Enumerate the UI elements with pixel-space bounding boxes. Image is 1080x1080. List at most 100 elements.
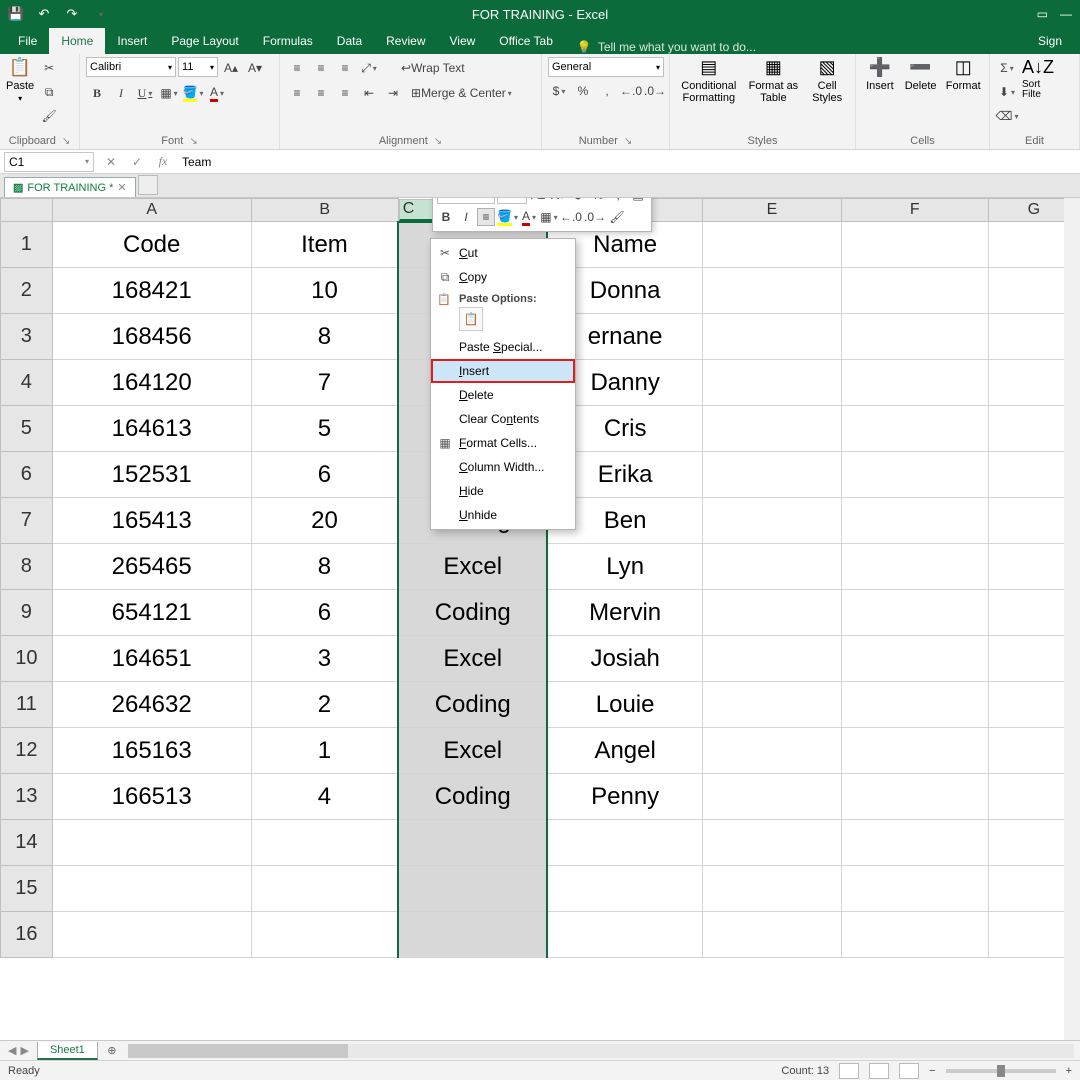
cell-B16[interactable] <box>251 912 398 958</box>
cell-F4[interactable] <box>841 360 988 406</box>
copy-button[interactable]: ⧉ <box>38 81 60 103</box>
mini-size-select[interactable]: 11▾ <box>497 198 527 204</box>
cell-F12[interactable] <box>841 728 988 774</box>
cell-C8[interactable]: Excel <box>398 544 547 590</box>
cell-C10[interactable]: Excel <box>398 636 547 682</box>
fill-button[interactable]: ⬇ <box>996 81 1018 103</box>
row-header-16[interactable]: 16 <box>1 912 53 958</box>
cell-B15[interactable] <box>251 866 398 912</box>
format-painter-button[interactable]: 🖌 <box>38 105 60 127</box>
tab-formulas[interactable]: Formulas <box>251 28 325 54</box>
tab-home[interactable]: Home <box>49 28 105 54</box>
font-name-select[interactable]: Calibri▾ <box>86 57 176 77</box>
underline-button[interactable]: U <box>134 82 156 104</box>
cells-delete-button[interactable]: ➖Delete <box>902 57 940 92</box>
zoom-out-button[interactable]: − <box>929 1065 935 1077</box>
enter-formula-button[interactable]: ✓ <box>124 155 150 169</box>
cell-E6[interactable] <box>703 452 842 498</box>
cells-insert-button[interactable]: ➕Insert <box>862 57 898 92</box>
ctx-column-width[interactable]: Column Width... <box>431 455 575 479</box>
decrease-indent-button[interactable]: ⇤ <box>358 82 380 104</box>
cell-E11[interactable] <box>703 682 842 728</box>
mini-format-painter[interactable]: 🖌 <box>608 208 626 226</box>
cell-D12[interactable]: Angel <box>547 728 702 774</box>
cell-E5[interactable] <box>703 406 842 452</box>
cell-F2[interactable] <box>841 268 988 314</box>
row-header-1[interactable]: 1 <box>1 222 53 268</box>
mini-italic[interactable]: I <box>457 208 475 226</box>
sort-filter-button[interactable]: A↓ZSort Filte <box>1022 57 1054 100</box>
cell-D16[interactable] <box>547 912 702 958</box>
comma-button[interactable]: , <box>596 80 618 102</box>
decrease-decimal-button[interactable]: .0→ <box>644 80 666 102</box>
cell-A10[interactable]: 164651 <box>52 636 251 682</box>
row-header-8[interactable]: 8 <box>1 544 53 590</box>
conditional-formatting-button[interactable]: ▤Conditional Formatting <box>676 57 742 104</box>
row-header-12[interactable]: 12 <box>1 728 53 774</box>
cell-C16[interactable] <box>398 912 547 958</box>
cell-D11[interactable]: Louie <box>547 682 702 728</box>
row-header-15[interactable]: 15 <box>1 866 53 912</box>
cell-B4[interactable]: 7 <box>251 360 398 406</box>
cell-F16[interactable] <box>841 912 988 958</box>
cells-format-button[interactable]: ◫Format <box>943 57 983 92</box>
name-box[interactable]: C1▾ <box>4 152 94 172</box>
mini-decrease-font[interactable]: A▾ <box>549 198 567 204</box>
redo-button[interactable]: ↷ <box>60 2 84 26</box>
sign-in-link[interactable]: Sign <box>1026 28 1074 54</box>
align-right-button[interactable]: ≡ <box>334 82 356 104</box>
vertical-scrollbar[interactable] <box>1064 198 1080 1040</box>
mini-font-color[interactable]: A <box>520 208 538 226</box>
clipboard-dialog-launcher[interactable]: ↘ <box>62 136 70 147</box>
clear-button[interactable]: ⌫ <box>996 105 1018 127</box>
ctx-clear-contents[interactable]: Clear Contents <box>431 407 575 431</box>
column-header-B[interactable]: B <box>251 199 398 222</box>
currency-button[interactable]: $ <box>548 80 570 102</box>
mini-comma[interactable]: , <box>609 198 627 204</box>
cell-E16[interactable] <box>703 912 842 958</box>
cell-B12[interactable]: 1 <box>251 728 398 774</box>
cell-F11[interactable] <box>841 682 988 728</box>
cell-D10[interactable]: Josiah <box>547 636 702 682</box>
align-middle-button[interactable]: ≡ <box>310 57 332 79</box>
font-size-select[interactable]: 11▾ <box>178 57 218 77</box>
tab-file[interactable]: File <box>6 28 49 54</box>
align-center-button[interactable]: ≡ <box>310 82 332 104</box>
cell-C12[interactable]: Excel <box>398 728 547 774</box>
cell-A3[interactable]: 168456 <box>52 314 251 360</box>
cell-C13[interactable]: Coding <box>398 774 547 820</box>
row-header-11[interactable]: 11 <box>1 682 53 728</box>
cell-A1[interactable]: Code <box>52 222 251 268</box>
increase-decimal-button[interactable]: ←.0 <box>620 80 642 102</box>
cell-E1[interactable] <box>703 222 842 268</box>
cell-F5[interactable] <box>841 406 988 452</box>
cell-E9[interactable] <box>703 590 842 636</box>
ctx-paste-special[interactable]: Paste Special... <box>431 335 575 359</box>
new-document-tab[interactable] <box>138 175 158 195</box>
cell-F1[interactable] <box>841 222 988 268</box>
cell-A12[interactable]: 165163 <box>52 728 251 774</box>
view-page-break-button[interactable] <box>899 1063 919 1079</box>
cell-E3[interactable] <box>703 314 842 360</box>
cut-button[interactable]: ✂ <box>38 57 60 79</box>
percent-button[interactable]: % <box>572 80 594 102</box>
ctx-cut[interactable]: ✂Cut <box>431 241 575 265</box>
cell-A8[interactable]: 265465 <box>52 544 251 590</box>
mini-cond-format[interactable]: ▤ <box>629 198 647 204</box>
cell-C14[interactable] <box>398 820 547 866</box>
cell-D13[interactable]: Penny <box>547 774 702 820</box>
row-header-7[interactable]: 7 <box>1 498 53 544</box>
font-dialog-launcher[interactable]: ↘ <box>189 136 197 147</box>
view-normal-button[interactable] <box>839 1063 859 1079</box>
tab-insert[interactable]: Insert <box>105 28 159 54</box>
save-button[interactable]: 💾 <box>4 2 28 26</box>
view-page-layout-button[interactable] <box>869 1063 889 1079</box>
cell-B10[interactable]: 3 <box>251 636 398 682</box>
cell-B5[interactable]: 5 <box>251 406 398 452</box>
format-as-table-button[interactable]: ▦Format as Table <box>746 57 802 104</box>
cell-styles-button[interactable]: ▧Cell Styles <box>805 57 849 104</box>
zoom-slider[interactable] <box>946 1069 1056 1073</box>
mini-align-center[interactable]: ≡ <box>477 208 495 226</box>
merge-center-button[interactable]: ⊞ Merge & Center <box>406 82 517 104</box>
paste-default-option[interactable]: 📋 <box>459 307 483 331</box>
